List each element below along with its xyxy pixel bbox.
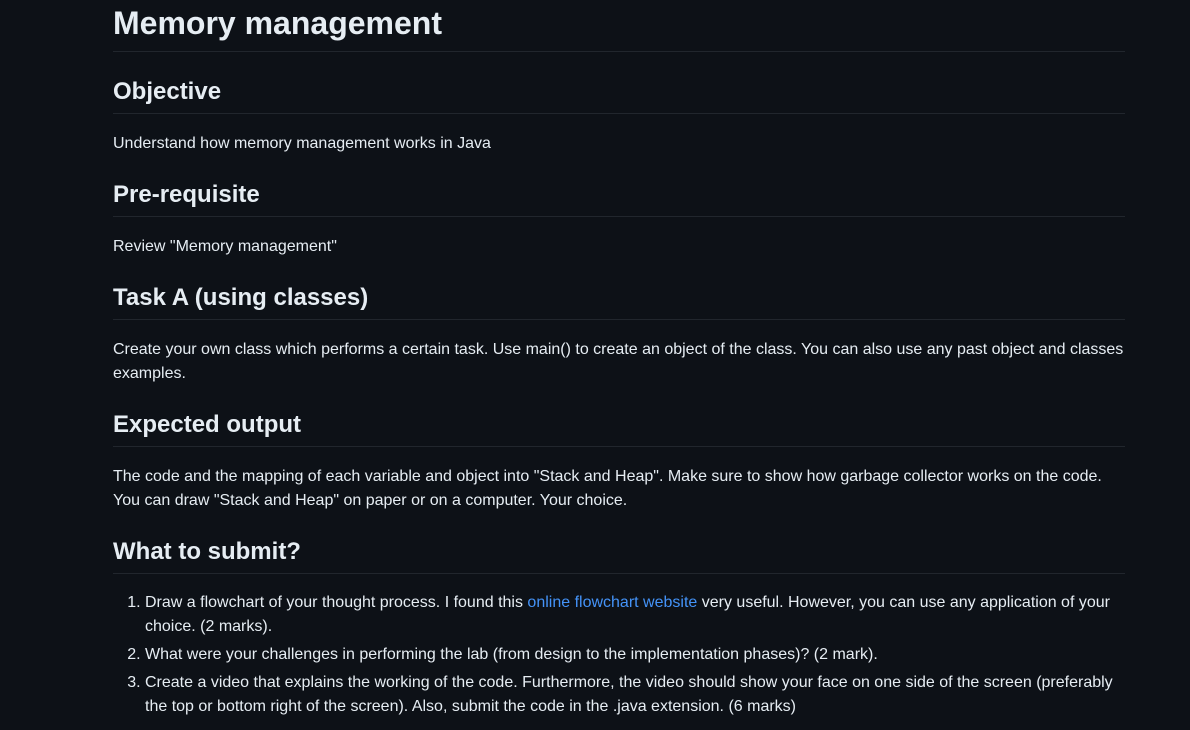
- submit-list: Draw a flowchart of your thought process…: [113, 591, 1125, 719]
- submit-item-2: What were your challenges in performing …: [145, 643, 1125, 667]
- objective-text: Understand how memory management works i…: [113, 135, 491, 152]
- submit-item-1: Draw a flowchart of your thought process…: [145, 591, 1125, 639]
- task-a-heading: Task A (using classes): [113, 283, 1125, 320]
- expected-output-text: The code and the mapping of each variabl…: [113, 468, 1102, 509]
- page-title: Memory management: [113, 0, 1125, 52]
- prerequisite-heading: Pre-requisite: [113, 180, 1125, 217]
- task-a-text: Create your own class which performs a c…: [113, 341, 1124, 382]
- online-flowchart-link[interactable]: online flowchart website: [527, 594, 697, 611]
- submit-item-1-text-before: Draw a flowchart of your thought process…: [145, 594, 528, 611]
- readme-content: Memory management Objective Understand h…: [113, 0, 1125, 723]
- submit-item-3: Create a video that explains the working…: [145, 671, 1125, 719]
- expected-output-heading: Expected output: [113, 410, 1125, 447]
- submit-heading: What to submit?: [113, 537, 1125, 574]
- objective-heading: Objective: [113, 77, 1125, 114]
- prerequisite-text: Review "Memory management": [113, 238, 337, 255]
